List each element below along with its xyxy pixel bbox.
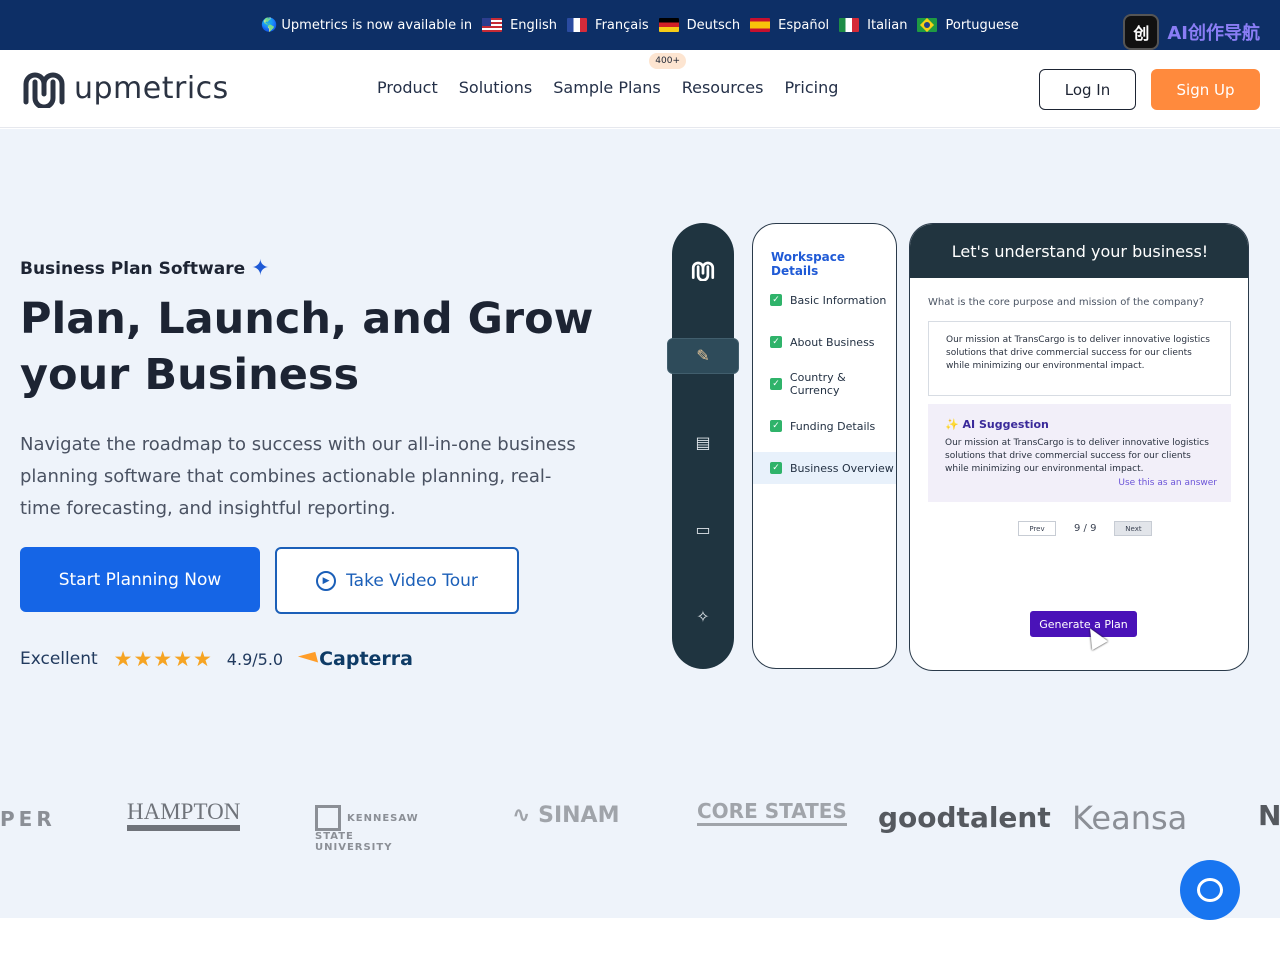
client-logo: CORE STATES [697,799,847,826]
rating-score: 4.9/5.0 [226,649,284,669]
announcement-text: Upmetrics is now available in [281,17,473,33]
nav-pricing[interactable]: Pricing [784,78,838,97]
lang-german[interactable]: Deutsch [658,18,740,33]
app-logo-icon [691,261,715,281]
kennesaw-mark-icon [315,805,341,831]
client-logo: KENNESAW STATE UNIVERSITY [315,805,435,853]
workspace-title: Workspace Details [771,250,846,278]
lang-portuguese[interactable]: Portuguese [917,18,1019,33]
magic-wand-icon: ✨ [945,418,963,431]
br-flag-icon [917,18,938,32]
check-icon: ✓ [770,462,782,474]
capterra-logo[interactable]: Capterra [297,648,413,670]
login-button[interactable]: Log In [1039,69,1136,110]
es-flag-icon [750,18,771,32]
lang-english[interactable]: English [482,18,557,33]
client-logos: PER HAMPTON KENNESAW STATE UNIVERSITY ∿ … [0,789,1280,853]
ai-nav-badge[interactable]: 创 AI创作导航 [1123,14,1260,50]
nav-resources[interactable]: Resources [682,78,764,97]
video-tour-button[interactable]: ▶ Take Video Tour [275,547,519,614]
client-logo: ∿ SINAM [512,803,620,828]
announcement-bar: 🌎 Upmetrics is now available in English … [0,0,1280,50]
chat-launcher-button[interactable] [1180,860,1240,920]
check-icon: ✓ [770,294,782,306]
hero-section: Business Plan Software ✦ Plan, Launch, a… [0,129,1280,918]
ai-badge-icon: 创 [1123,14,1160,50]
de-flag-icon [658,18,679,32]
answer-textarea[interactable]: Our mission at TransCargo is to deliver … [928,321,1231,396]
logo-wordmark: upmetrics [74,70,229,106]
lang-italian[interactable]: Italian [839,18,907,33]
client-logo: HAMPTON [127,799,241,831]
next-button[interactable]: Next [1114,521,1153,536]
workspace-steps-panel: Workspace Details ✓ Basic Information ✓ Ab… [752,223,897,669]
client-logo: N [1258,799,1280,832]
hero-eyebrow: Business Plan Software ✦ [20,256,270,281]
ai-suggestion-box: ✨ AI Suggestion Our mission at TransCarg… [928,404,1231,502]
client-logo: PER [0,807,56,831]
step-item[interactable]: ✓ About Business [753,326,896,358]
sample-plans-count-badge: 400+ [649,53,686,69]
ai-suggestion-text: Our mission at TransCargo is to deliver … [945,438,1209,474]
rating-row: Excellent ★★★★★ 4.9/5.0 Capterra [20,647,413,671]
start-planning-button[interactable]: Start Planning Now [20,547,260,612]
fr-flag-icon [567,18,588,32]
lang-french[interactable]: Français [567,18,649,33]
lang-spanish[interactable]: Español [750,18,829,33]
step-item[interactable]: ✓ Country & Currency [753,368,896,400]
chat-bubble-icon [1197,878,1223,902]
hero-title: Plan, Launch, and Grow your Business [20,294,594,400]
nav-solutions[interactable]: Solutions [459,78,533,97]
slides-icon[interactable]: ▭ [693,520,713,540]
check-icon: ✓ [770,336,782,348]
use-answer-link[interactable]: Use this as an answer [1118,478,1217,488]
panel-title: Let's understand your business! [910,224,1248,278]
nav-sample-plans[interactable]: Sample Plans 400+ [553,53,686,97]
upmetrics-logo[interactable]: upmetrics [20,68,229,108]
hero-description: Navigate the roadmap to success with our… [20,434,576,519]
check-icon: ✓ [770,420,782,432]
main-nav: Product Solutions Sample Plans 400+ Reso… [377,53,859,97]
prev-button[interactable]: Prev [1018,521,1056,536]
business-form-panel: Let's understand your business! What is … [909,223,1249,671]
client-logo: Keansa [1072,799,1188,837]
globe-icon: 🌎 [261,17,278,33]
step-item[interactable]: ✓ Basic Information [753,284,896,316]
report-icon[interactable]: ▤ [693,433,713,453]
step-item-selected[interactable]: ✓ Business Overview [753,452,896,484]
ai-sparkle-icon[interactable]: ✧ [693,607,713,627]
site-header: upmetrics Product Solutions Sample Plans… [0,50,1280,128]
sparkle-icon: ✦ [251,256,270,281]
rating-stars: ★★★★★ [113,647,213,671]
ai-badge-text: AI创作导航 [1167,23,1260,44]
ai-suggestion-title: ✨ AI Suggestion [945,418,1049,431]
rating-label: Excellent [20,649,98,669]
capterra-icon [297,651,319,667]
app-sidebar-rail: ✎ ▤ ▭ ✧ [667,223,739,669]
check-icon: ✓ [770,378,782,390]
sinam-mark-icon: ∿ [512,803,539,828]
question-label: What is the core purpose and mission of … [928,297,1205,308]
signup-button[interactable]: Sign Up [1151,69,1260,110]
it-flag-icon [839,18,860,32]
client-logo: goodtalent [878,801,1051,834]
upmetrics-logo-icon [23,72,65,108]
step-item[interactable]: ✓ Funding Details [753,410,896,442]
page-counter: 9 / 9 [1074,523,1097,534]
edit-doc-icon[interactable]: ✎ [693,346,713,366]
pager: Prev 9 / 9 Next [1018,521,1153,536]
nav-product[interactable]: Product [377,78,438,97]
us-flag-icon [482,18,503,32]
play-icon: ▶ [316,570,337,591]
